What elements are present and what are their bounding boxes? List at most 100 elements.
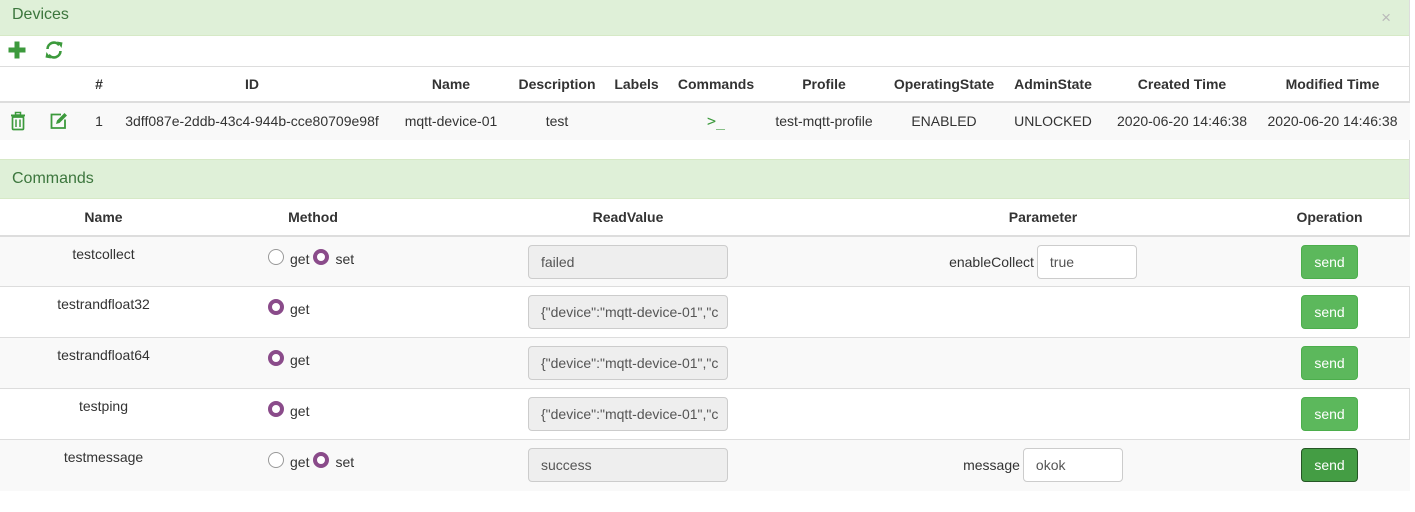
device-description: test bbox=[516, 101, 598, 140]
command-name: testmessage bbox=[0, 439, 207, 491]
method-cell: get bbox=[207, 286, 419, 338]
device-index: 1 bbox=[80, 101, 118, 140]
device-created-time: 2020-06-20 14:46:38 bbox=[1109, 101, 1255, 140]
header-edit bbox=[36, 66, 80, 103]
method-cell: get set bbox=[207, 235, 419, 287]
parameter-cell bbox=[837, 388, 1249, 440]
command-row: testmessage get set success message okok s… bbox=[0, 439, 1410, 491]
set-radio[interactable]: set bbox=[313, 248, 358, 267]
send-button[interactable]: send bbox=[1301, 397, 1358, 431]
edit-icon[interactable] bbox=[48, 111, 68, 131]
radio-selected-icon[interactable] bbox=[268, 350, 284, 366]
devices-toolbar bbox=[0, 36, 1409, 66]
device-modified-time: 2020-06-20 14:46:38 bbox=[1255, 101, 1410, 140]
method-cell: get set bbox=[207, 439, 419, 491]
parameter-cell: enableCollect true bbox=[837, 235, 1249, 287]
command-name: testrandfloat64 bbox=[0, 337, 207, 389]
device-operating-state: ENABLED bbox=[891, 101, 997, 140]
send-button[interactable]: send bbox=[1301, 346, 1358, 380]
read-value-cell: failed bbox=[419, 235, 837, 287]
operation-cell: send bbox=[1249, 235, 1410, 287]
read-value-cell: {"device":"mqtt-device-01","c bbox=[419, 337, 837, 389]
header-profile: Profile bbox=[757, 66, 891, 103]
command-name: testping bbox=[0, 388, 207, 440]
operation-cell: send bbox=[1249, 337, 1410, 389]
read-value-field: {"device":"mqtt-device-01","c bbox=[528, 397, 728, 431]
read-value-field: {"device":"mqtt-device-01","c bbox=[528, 295, 728, 329]
refresh-icon[interactable] bbox=[44, 40, 64, 60]
command-name: testrandfloat32 bbox=[0, 286, 207, 338]
close-icon[interactable]: × bbox=[1381, 9, 1391, 26]
devices-title: Devices bbox=[12, 6, 69, 23]
commands-title: Commands bbox=[12, 169, 94, 187]
plus-icon[interactable] bbox=[7, 40, 27, 60]
radio-selected-icon[interactable] bbox=[268, 299, 284, 315]
devices-header-row: # ID Name Description Labels Commands Pr… bbox=[0, 66, 1410, 103]
device-id: 3dff087e-2ddb-43c4-944b-cce80709e98f bbox=[118, 101, 386, 140]
set-radio[interactable]: set bbox=[313, 452, 358, 470]
radio-selected-icon[interactable] bbox=[268, 401, 284, 417]
device-admin-state: UNLOCKED bbox=[997, 101, 1109, 140]
header-admin-state: AdminState bbox=[997, 66, 1109, 103]
get-radio[interactable]: get bbox=[268, 452, 313, 470]
method-cell: get bbox=[207, 337, 419, 389]
command-row: testping get {"device":"mqtt-device-01",… bbox=[0, 388, 1410, 440]
device-row[interactable]: 1 3dff087e-2ddb-43c4-944b-cce80709e98f m… bbox=[0, 101, 1410, 140]
parameter-cell: message okok bbox=[837, 439, 1249, 491]
device-commands-cell: >_ bbox=[675, 101, 757, 140]
header-commands: Commands bbox=[675, 66, 757, 103]
commands-panel: Commands Name Method ReadValue Parameter… bbox=[0, 158, 1410, 491]
header-id: ID bbox=[118, 66, 386, 103]
trash-icon[interactable] bbox=[8, 111, 28, 131]
commands-table: Name Method ReadValue Parameter Operatio… bbox=[0, 198, 1410, 491]
command-row: testrandfloat64 get {"device":"mqtt-devi… bbox=[0, 337, 1410, 389]
operation-cell: send bbox=[1249, 388, 1410, 440]
delete-cell bbox=[0, 101, 36, 140]
parameter-input[interactable]: okok bbox=[1022, 448, 1123, 482]
get-radio[interactable]: get bbox=[268, 401, 313, 419]
header-created-time: Created Time bbox=[1109, 66, 1255, 103]
operation-cell: send bbox=[1249, 286, 1410, 338]
commands-panel-heading: Commands bbox=[0, 158, 1409, 199]
header-description: Description bbox=[516, 66, 598, 103]
operation-cell: send bbox=[1249, 439, 1410, 491]
header-index: # bbox=[80, 66, 118, 103]
get-radio[interactable]: get bbox=[268, 350, 313, 368]
device-labels bbox=[598, 101, 675, 140]
header-method: Method bbox=[207, 198, 419, 237]
parameter-input[interactable]: true bbox=[1036, 244, 1137, 279]
read-value-cell: {"device":"mqtt-device-01","c bbox=[419, 388, 837, 440]
edit-cell bbox=[36, 101, 80, 140]
read-value-field: success bbox=[528, 448, 728, 482]
terminal-icon[interactable]: >_ bbox=[707, 112, 725, 130]
header-operation: Operation bbox=[1249, 198, 1410, 237]
devices-table: # ID Name Description Labels Commands Pr… bbox=[0, 66, 1410, 140]
read-value-cell: success bbox=[419, 439, 837, 491]
send-button[interactable]: send bbox=[1301, 295, 1358, 329]
radio-unselected-icon[interactable] bbox=[268, 452, 284, 468]
header-parameter: Parameter bbox=[837, 198, 1249, 237]
device-profile: test-mqtt-profile bbox=[757, 101, 891, 140]
command-name: testcollect bbox=[0, 235, 207, 287]
radio-unselected-icon[interactable] bbox=[268, 248, 284, 265]
get-radio[interactable]: get bbox=[268, 248, 313, 267]
device-name: mqtt-device-01 bbox=[386, 101, 516, 140]
header-modified-time: Modified Time bbox=[1255, 66, 1410, 103]
read-value-cell: {"device":"mqtt-device-01","c bbox=[419, 286, 837, 338]
send-button[interactable]: send bbox=[1301, 244, 1358, 279]
header-delete bbox=[0, 66, 36, 103]
header-read-value: ReadValue bbox=[419, 198, 837, 237]
command-row: testrandfloat32 get {"device":"mqtt-devi… bbox=[0, 286, 1410, 338]
header-operating-state: OperatingState bbox=[891, 66, 997, 103]
parameter-cell bbox=[837, 337, 1249, 389]
parameter-label: enableCollect bbox=[949, 253, 1034, 270]
get-radio[interactable]: get bbox=[268, 299, 313, 317]
radio-selected-icon[interactable] bbox=[313, 452, 330, 468]
radio-selected-icon[interactable] bbox=[313, 248, 330, 265]
devices-panel: Devices × # ID Name Description Labels C… bbox=[0, 0, 1410, 159]
read-value-field: {"device":"mqtt-device-01","c bbox=[528, 346, 728, 380]
method-cell: get bbox=[207, 388, 419, 440]
parameter-label: message bbox=[963, 457, 1020, 473]
header-name: Name bbox=[386, 66, 516, 103]
send-button[interactable]: send bbox=[1301, 448, 1358, 482]
